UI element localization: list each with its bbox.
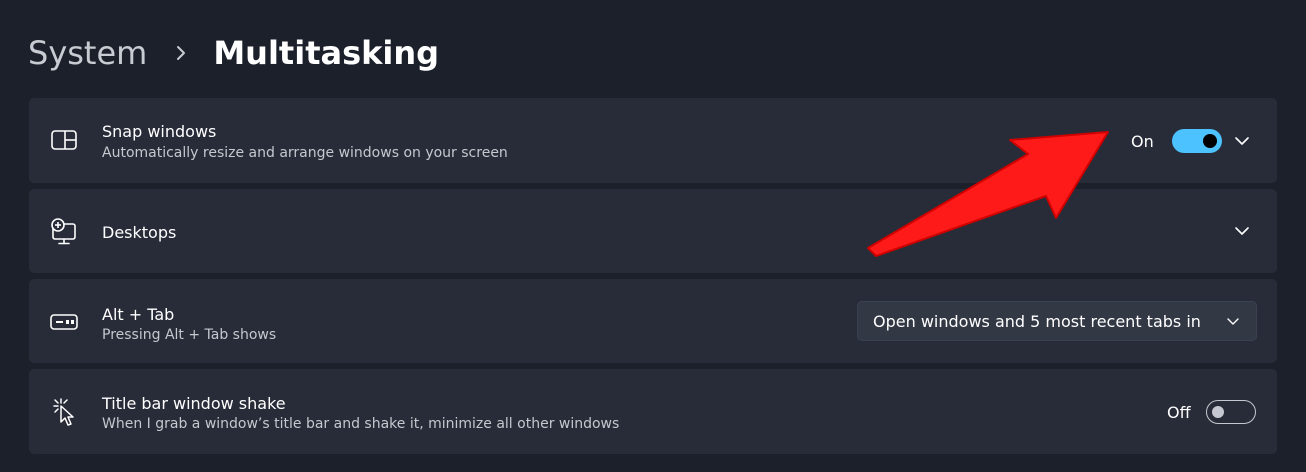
breadcrumb-system-link[interactable]: System <box>28 34 147 72</box>
snap-windows-description: Automatically resize and arrange windows… <box>102 145 508 161</box>
title-bar-shake-title: Title bar window shake <box>102 394 286 413</box>
chevron-right-icon <box>177 46 186 60</box>
alt-tab-title: Alt + Tab <box>102 305 175 324</box>
page-title: Multitasking <box>213 34 440 72</box>
title-bar-shake-card: Title bar window shake When I grab a win… <box>29 369 1277 454</box>
toggle-knob <box>1203 134 1217 148</box>
snap-windows-state-label: On <box>1131 132 1154 151</box>
chevron-down-icon <box>1227 318 1239 325</box>
alt-tab-dropdown-value: Open windows and 5 most recent tabs in M… <box>873 312 1203 331</box>
cursor-shake-icon <box>49 397 79 427</box>
desktop-add-icon <box>49 217 79 247</box>
chevron-down-icon[interactable] <box>1233 132 1251 150</box>
breadcrumb: System Multitasking <box>28 30 439 76</box>
desktops-title: Desktops <box>102 223 177 242</box>
title-bar-shake-state-label: Off <box>1167 403 1191 422</box>
title-bar-shake-toggle[interactable] <box>1206 400 1256 424</box>
alt-tab-card: Alt + Tab Pressing Alt + Tab shows Open … <box>29 279 1277 363</box>
snap-windows-title: Snap windows <box>102 122 217 141</box>
chevron-down-icon[interactable] <box>1233 222 1251 240</box>
title-bar-shake-description: When I grab a window’s title bar and sha… <box>102 416 620 432</box>
alt-tab-description: Pressing Alt + Tab shows <box>102 327 277 343</box>
toggle-knob <box>1212 406 1224 418</box>
alt-tab-dropdown[interactable]: Open windows and 5 most recent tabs in M… <box>857 301 1257 341</box>
snap-layout-icon <box>49 125 79 155</box>
snap-windows-toggle[interactable] <box>1172 129 1222 153</box>
desktops-card[interactable]: Desktops <box>29 189 1277 273</box>
keyboard-icon <box>49 307 79 337</box>
snap-windows-card[interactable]: Snap windows Automatically resize and ar… <box>29 98 1277 183</box>
